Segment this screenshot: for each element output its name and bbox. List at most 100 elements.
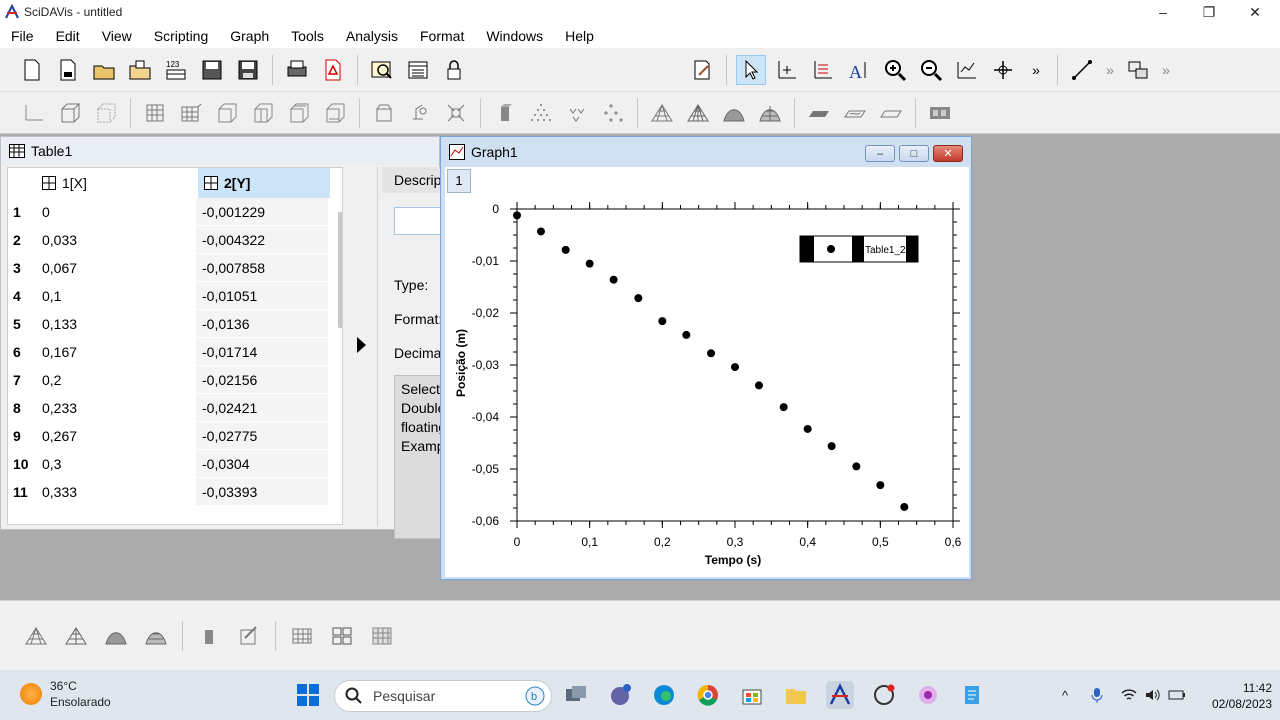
- grid-front-button[interactable]: [140, 98, 170, 128]
- table-row[interactable]: 4 0,1 -0,01051: [8, 282, 338, 310]
- grid-right-button[interactable]: [248, 98, 278, 128]
- menu-format[interactable]: Format: [409, 24, 475, 48]
- new-table-button[interactable]: [53, 55, 83, 85]
- table-window[interactable]: Table1 1[X] 2[Y] 1 0 -0,001229 2 0,033 -0,004…: [0, 136, 442, 539]
- plot-polygon-button[interactable]: [719, 98, 749, 128]
- data-point[interactable]: [682, 330, 691, 339]
- menu-tools[interactable]: Tools: [280, 24, 335, 48]
- toolbar-overflow-icon[interactable]: »: [1156, 62, 1176, 78]
- legend[interactable]: Table1_2: [799, 235, 919, 263]
- bars-button[interactable]: [194, 621, 224, 651]
- floor-iso-button[interactable]: [840, 98, 870, 128]
- teams-chat-button[interactable]: [606, 681, 634, 709]
- graph-close-button[interactable]: ✕: [933, 145, 963, 162]
- results-log-button[interactable]: [403, 55, 433, 85]
- data-point[interactable]: [754, 381, 763, 390]
- table-window-titlebar[interactable]: Table1: [1, 137, 439, 165]
- graph-minimize-button[interactable]: –: [865, 145, 895, 162]
- notepad-button[interactable]: [958, 681, 986, 709]
- show-hidden-icons-icon[interactable]: ^: [1056, 686, 1074, 704]
- polygon-surface-button[interactable]: [101, 621, 131, 651]
- table-grid[interactable]: 1[X] 2[Y] 1 0 -0,001229 2 0,033 -0,004322 3 0,0…: [7, 167, 343, 525]
- graph-window[interactable]: Graph1 – □ ✕ 1 0 0,1 0,2 0,3 0,4 0,5 0,6 0 -0,01…: [440, 136, 972, 580]
- table-row[interactable]: 1 0 -0,001229: [8, 198, 338, 226]
- app-button[interactable]: [870, 681, 898, 709]
- plot-3d-frame-button[interactable]: [91, 98, 121, 128]
- cell-x[interactable]: 0,167: [40, 344, 196, 360]
- floor-data-button[interactable]: [804, 98, 834, 128]
- draw-line-button[interactable]: [1067, 55, 1097, 85]
- zoom-in-button[interactable]: [880, 55, 910, 85]
- task-view-button[interactable]: [562, 681, 590, 709]
- cell-x[interactable]: 0,133: [40, 316, 196, 332]
- data-point[interactable]: [634, 294, 643, 303]
- cell-y[interactable]: -0,01051: [196, 282, 328, 310]
- cell-y[interactable]: -0,02156: [196, 366, 328, 394]
- cell-y[interactable]: -0,007858: [196, 254, 328, 282]
- table-row[interactable]: 8 0,233 -0,02421: [8, 394, 338, 422]
- battery-icon[interactable]: [1168, 686, 1186, 704]
- import-ascii-button[interactable]: 123: [161, 55, 191, 85]
- cell-y[interactable]: -0,03393: [196, 478, 328, 506]
- grid-mixed-button[interactable]: [327, 621, 357, 651]
- fit-frame-button[interactable]: [441, 98, 471, 128]
- cell-y[interactable]: -0,02775: [196, 422, 328, 450]
- scidavis-taskbar-button[interactable]: [826, 681, 854, 709]
- data-point[interactable]: [609, 275, 618, 284]
- plot-crosses-button[interactable]: [598, 98, 628, 128]
- toolbar-overflow-icon[interactable]: »: [1021, 62, 1051, 78]
- table-row[interactable]: 9 0,267 -0,02775: [8, 422, 338, 450]
- graph-maximize-button[interactable]: □: [899, 145, 929, 162]
- menu-scripting[interactable]: Scripting: [143, 24, 219, 48]
- plot-wire-polygon-button[interactable]: [755, 98, 785, 128]
- plot-hidden-line-button[interactable]: [683, 98, 713, 128]
- floor-empty-button[interactable]: [876, 98, 906, 128]
- cell-x[interactable]: 0,233: [40, 400, 196, 416]
- data-point[interactable]: [876, 481, 885, 490]
- zoom-out-button[interactable]: [916, 55, 946, 85]
- project-explorer-button[interactable]: [367, 55, 397, 85]
- wifi-icon[interactable]: [1120, 686, 1138, 704]
- hidden-line-button[interactable]: [61, 621, 91, 651]
- data-point[interactable]: [707, 349, 716, 358]
- data-point[interactable]: [803, 424, 812, 433]
- plot-line-button[interactable]: [19, 98, 49, 128]
- grid-floor-button-2[interactable]: [287, 621, 317, 651]
- open-template-button[interactable]: [125, 55, 155, 85]
- plot-cones-button[interactable]: [562, 98, 592, 128]
- cell-y[interactable]: -0,004322: [196, 226, 328, 254]
- grid-dense-button[interactable]: [367, 621, 397, 651]
- graph-edit-button[interactable]: [687, 55, 717, 85]
- scatter-plot[interactable]: 0 0,1 0,2 0,3 0,4 0,5 0,6 0 -0,01 -0,02 -0,03 -0,04…: [445, 167, 969, 577]
- data-point[interactable]: [585, 259, 594, 268]
- add-text-button[interactable]: A: [844, 55, 874, 85]
- screen-reader-button[interactable]: [988, 55, 1018, 85]
- save-as-button[interactable]: [233, 55, 263, 85]
- cell-y[interactable]: -0,0304: [196, 450, 328, 478]
- menu-graph[interactable]: Graph: [219, 24, 280, 48]
- taskbar-search[interactable]: Pesquisar b: [334, 680, 552, 712]
- table-row[interactable]: 5 0,133 -0,0136: [8, 310, 338, 338]
- data-point[interactable]: [513, 211, 521, 220]
- cell-y[interactable]: -0,0136: [196, 310, 328, 338]
- cell-x[interactable]: 0,033: [40, 232, 196, 248]
- print-button[interactable]: [282, 55, 312, 85]
- grid-left-button[interactable]: [212, 98, 242, 128]
- data-point[interactable]: [779, 403, 788, 412]
- grid-ceil-button[interactable]: [284, 98, 314, 128]
- volume-icon[interactable]: [1144, 686, 1162, 704]
- table-row[interactable]: 10 0,3 -0,0304: [8, 450, 338, 478]
- tab-description[interactable]: Description: [382, 167, 442, 193]
- expand-panel-arrow-icon[interactable]: [357, 337, 366, 353]
- arrange-layers-button[interactable]: [1123, 55, 1153, 85]
- cell-x[interactable]: 0,067: [40, 260, 196, 276]
- pointer-tool-button[interactable]: [736, 54, 766, 85]
- taskbar-clock[interactable]: 11:42 02/08/2023: [1194, 680, 1272, 712]
- table-row[interactable]: 3 0,067 -0,007858: [8, 254, 338, 282]
- new-project-button[interactable]: [17, 55, 47, 85]
- menu-file[interactable]: File: [0, 24, 45, 48]
- weather-widget[interactable]: 36°C Ensolarado: [20, 678, 111, 710]
- cell-y[interactable]: -0,02421: [196, 394, 328, 422]
- add-error-bars-button[interactable]: [808, 55, 838, 85]
- table-row[interactable]: 2 0,033 -0,004322: [8, 226, 338, 254]
